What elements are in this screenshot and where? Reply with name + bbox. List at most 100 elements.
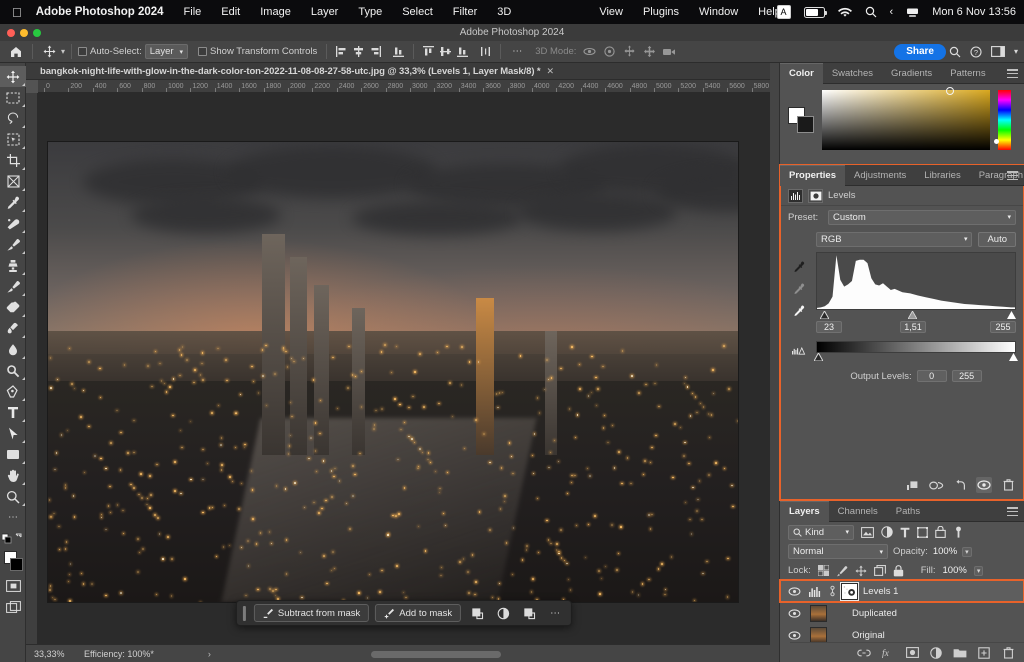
brush-tool[interactable] xyxy=(0,234,26,255)
vertical-ruler[interactable] xyxy=(26,93,38,644)
macos-clock[interactable]: Mon 6 Nov 13:56 xyxy=(932,6,1016,18)
tool-preset-chevron-icon[interactable]: ▾ xyxy=(61,47,65,56)
add-layer-style-icon[interactable]: fx xyxy=(881,646,895,660)
share-button[interactable]: Share xyxy=(894,44,946,60)
input-shadow-value[interactable]: 23 xyxy=(816,321,842,333)
lock-transparent-pixels-icon[interactable] xyxy=(818,565,829,576)
set-gray-point-eyedropper-icon[interactable] xyxy=(792,282,806,296)
screen-mode-toggle[interactable] xyxy=(0,596,26,617)
layer-mask-icon[interactable] xyxy=(808,189,823,203)
blend-mode-dropdown[interactable]: Normal ▾ xyxy=(788,544,888,559)
horizontal-scrollbar[interactable] xyxy=(371,651,501,658)
type-filter-icon[interactable] xyxy=(900,527,910,538)
menu-select[interactable]: Select xyxy=(402,6,433,18)
search-icon[interactable] xyxy=(949,46,961,58)
lasso-tool[interactable] xyxy=(0,108,26,129)
panel-menu-icon[interactable] xyxy=(1007,507,1018,516)
layer-row-levels-1[interactable]: Levels 1 xyxy=(780,580,1024,602)
3d-rotate-icon[interactable] xyxy=(579,43,599,61)
hue-strip[interactable] xyxy=(998,90,1011,150)
clone-stamp-tool[interactable] xyxy=(0,255,26,276)
path-selection-tool[interactable] xyxy=(0,423,26,444)
shadow-input-slider[interactable] xyxy=(820,311,829,319)
align-top-edges-icon[interactable] xyxy=(390,43,407,60)
layer-visibility-toggle[interactable] xyxy=(786,631,802,640)
minimize-window-button[interactable] xyxy=(20,29,28,37)
smart-object-filter-icon[interactable] xyxy=(935,526,946,538)
layer-visibility-toggle[interactable] xyxy=(786,609,802,618)
select-subject-icon[interactable] xyxy=(467,604,487,622)
pixel-filter-icon[interactable] xyxy=(861,527,874,538)
panel-menu-icon[interactable] xyxy=(1007,69,1018,78)
menu-layer[interactable]: Layer xyxy=(311,6,339,18)
canvas-area[interactable]: Subtract from mask Add to mask ⋯ xyxy=(38,93,770,644)
help-icon[interactable]: ? xyxy=(970,46,982,58)
add-layer-mask-icon[interactable] xyxy=(905,646,919,660)
align-right-edges-icon[interactable] xyxy=(367,43,384,60)
rectangular-marquee-tool[interactable] xyxy=(0,87,26,108)
layer-thumbnail[interactable] xyxy=(810,627,827,644)
preset-dropdown[interactable]: Custom ▾ xyxy=(828,210,1016,225)
menu-filter[interactable]: Filter xyxy=(453,6,477,18)
history-brush-tool[interactable] xyxy=(0,276,26,297)
link-mask-icon[interactable] xyxy=(829,585,836,597)
close-icon[interactable]: ✕ xyxy=(547,66,555,77)
menu-view[interactable]: View xyxy=(599,6,623,18)
color-field[interactable] xyxy=(822,90,990,150)
layer-visibility-toggle[interactable] xyxy=(786,587,802,596)
output-gradient-bar[interactable] xyxy=(816,341,1016,353)
tab-libraries[interactable]: Libraries xyxy=(915,165,969,186)
distribute-bottom-icon[interactable] xyxy=(454,43,471,60)
workspace-icon[interactable] xyxy=(991,46,1005,57)
channel-dropdown[interactable]: RGB ▾ xyxy=(816,232,972,247)
tab-paths[interactable]: Paths xyxy=(887,501,929,522)
output-black-value[interactable]: 0 xyxy=(917,370,947,382)
hand-tool[interactable] xyxy=(0,465,26,486)
document-tab[interactable]: bangkok-night-life-with-glow-in-the-dark… xyxy=(26,63,770,80)
tab-gradients[interactable]: Gradients xyxy=(882,63,941,84)
auto-button[interactable]: Auto xyxy=(978,232,1016,247)
midtone-input-slider[interactable] xyxy=(908,311,917,319)
blur-tool[interactable] xyxy=(0,339,26,360)
layer-name[interactable]: Original xyxy=(852,630,885,641)
tab-adjustments[interactable]: Adjustments xyxy=(845,165,915,186)
eyedropper-tool[interactable] xyxy=(0,192,26,213)
menu-plugins[interactable]: Plugins xyxy=(643,6,679,18)
input-source-icon[interactable]: A xyxy=(777,5,791,19)
menu-file[interactable]: File xyxy=(184,6,202,18)
background-color-swatch[interactable] xyxy=(797,116,814,133)
histogram-icon[interactable] xyxy=(788,189,803,203)
set-white-point-eyedropper-icon[interactable] xyxy=(792,304,806,318)
hue-strip-marker[interactable] xyxy=(994,139,999,144)
refine-mask-icon[interactable] xyxy=(519,604,539,622)
link-layers-icon[interactable] xyxy=(857,646,871,660)
layer-mask-thumbnail[interactable] xyxy=(841,583,858,600)
color-field-cursor[interactable] xyxy=(946,87,954,95)
layer-thumbnail[interactable] xyxy=(810,605,827,622)
input-highlight-value[interactable]: 255 xyxy=(990,321,1016,333)
opacity-value[interactable]: 100% xyxy=(933,546,957,557)
tab-layers[interactable]: Layers xyxy=(780,501,829,522)
drag-handle[interactable] xyxy=(243,606,246,621)
new-group-icon[interactable] xyxy=(953,646,967,660)
fill-dropdown-icon[interactable]: ▾ xyxy=(974,566,984,576)
maximize-window-button[interactable] xyxy=(33,29,41,37)
foreground-background-color[interactable] xyxy=(0,549,26,575)
tab-patterns[interactable]: Patterns xyxy=(941,63,994,84)
menu-3d[interactable]: 3D xyxy=(497,6,511,18)
adjustment-filter-icon[interactable] xyxy=(881,526,893,538)
input-midtone-value[interactable]: 1,51 xyxy=(900,321,926,333)
output-white-slider[interactable] xyxy=(1009,353,1018,361)
3d-pan-icon[interactable] xyxy=(619,43,639,61)
3d-roll-icon[interactable] xyxy=(599,43,619,61)
panel-menu-icon[interactable] xyxy=(1007,171,1018,180)
toggle-visibility-icon[interactable] xyxy=(976,477,992,493)
pen-tool[interactable] xyxy=(0,381,26,402)
lock-all-icon[interactable] xyxy=(893,565,904,577)
input-histogram[interactable] xyxy=(816,252,1016,310)
crop-tool[interactable] xyxy=(0,150,26,171)
gradient-tool[interactable] xyxy=(0,318,26,339)
filter-toggle-icon[interactable] xyxy=(953,526,964,538)
3d-slide-icon[interactable] xyxy=(639,43,659,61)
move-tool-icon[interactable] xyxy=(39,43,59,61)
